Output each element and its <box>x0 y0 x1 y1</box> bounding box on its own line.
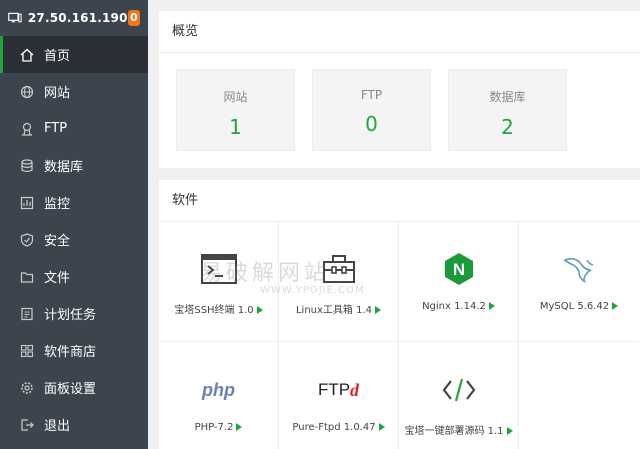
software-title: 软件 <box>159 180 640 222</box>
sidebar-item-label: FTP <box>44 121 68 136</box>
sidebar-item-ftp[interactable]: FTP <box>0 110 148 147</box>
sidebar-item-website[interactable]: 网站 <box>0 73 148 110</box>
database-icon <box>20 158 34 173</box>
toolbox-icon <box>279 249 398 289</box>
ftp-icon <box>20 122 34 136</box>
notification-badge[interactable]: 0 <box>127 10 140 26</box>
overview-panel: 概览 网站 1 FTP 0 数据库 2 <box>159 11 640 168</box>
home-icon <box>20 48 34 62</box>
sidebar-item-label: 退出 <box>44 419 71 434</box>
main-content: 概览 网站 1 FTP 0 数据库 2 软件 宝塔SSH终端 1.0 Linux… <box>148 0 640 449</box>
play-icon[interactable] <box>236 423 243 431</box>
sidebar-item-tasks[interactable]: 计划任务 <box>0 295 148 332</box>
play-icon[interactable] <box>506 427 513 435</box>
sidebar-nav: 首页 网站 FTP 数据库 监控 安全 文件 计划任务 软件商店 面板设置 退出 <box>0 36 148 443</box>
sidebar-item-monitor[interactable]: 监控 <box>0 184 148 221</box>
overview-card-value: 0 <box>365 112 378 136</box>
sidebar-item-label: 监控 <box>44 197 71 212</box>
terminal-icon <box>159 249 278 289</box>
shield-icon <box>20 232 34 247</box>
software-item-empty <box>519 342 639 449</box>
overview-title: 概览 <box>159 11 640 53</box>
sidebar-item-label: 计划任务 <box>44 308 97 323</box>
ftpd-icon: FTP d <box>279 370 398 410</box>
overview-card-label: 数据库 <box>489 90 526 104</box>
software-grid: 宝塔SSH终端 1.0 Linux工具箱 1.4 N Nginx 1.14.2 … <box>159 221 640 449</box>
play-icon[interactable] <box>256 306 263 314</box>
php-logo-text: php <box>202 379 235 400</box>
software-item-name: PHP-7.2 <box>194 422 234 433</box>
task-icon <box>20 307 34 321</box>
software-item-name: 宝塔SSH终端 1.0 <box>174 305 254 316</box>
gear-icon <box>20 381 34 395</box>
software-item-toolbox[interactable]: Linux工具箱 1.4 <box>279 221 399 342</box>
overview-card-value: 2 <box>501 115 514 139</box>
php-icon: php <box>159 370 278 410</box>
software-item-name: Nginx 1.14.2 <box>422 301 486 312</box>
sidebar: 27.50.161.190 0 首页 网站 FTP 数据库 监控 安全 文件 计… <box>0 0 148 449</box>
software-item-name: Linux工具箱 1.4 <box>295 305 373 316</box>
ftpd-logo-text: FTP <box>317 380 351 399</box>
sidebar-item-label: 网站 <box>44 86 71 101</box>
overview-card-database[interactable]: 数据库 2 <box>448 69 567 151</box>
nginx-logo-letter: N <box>452 260 464 279</box>
overview-card-website[interactable]: 网站 1 <box>176 69 295 151</box>
logout-icon <box>20 418 34 432</box>
sidebar-item-logout[interactable]: 退出 <box>0 406 148 443</box>
nginx-icon: N <box>399 249 518 289</box>
sidebar-item-home[interactable]: 首页 <box>0 36 148 73</box>
globe-icon <box>20 85 34 99</box>
apps-icon <box>20 344 34 358</box>
overview-card-label: 网站 <box>223 90 248 104</box>
monitor-icon <box>20 196 34 210</box>
monitor-icon <box>8 12 22 23</box>
play-icon[interactable] <box>378 423 385 431</box>
sidebar-item-settings[interactable]: 面板设置 <box>0 369 148 406</box>
software-panel: 软件 宝塔SSH终端 1.0 Linux工具箱 1.4 N Nginx 1.14… <box>159 180 640 449</box>
sidebar-item-store[interactable]: 软件商店 <box>0 332 148 369</box>
sidebar-item-label: 软件商店 <box>44 345 97 360</box>
software-item-deploy[interactable]: 宝塔一键部署源码 1.1 <box>399 342 519 449</box>
sidebar-item-files[interactable]: 文件 <box>0 258 148 295</box>
sidebar-item-label: 面板设置 <box>44 382 97 397</box>
software-item-name: Pure-Ftpd 1.0.47 <box>292 422 376 433</box>
sidebar-item-label: 文件 <box>44 271 71 286</box>
overview-card-value: 1 <box>229 115 242 139</box>
overview-card-label: FTP <box>360 88 383 102</box>
sidebar-item-database[interactable]: 数据库 <box>0 147 148 184</box>
code-icon <box>399 370 518 410</box>
play-icon[interactable] <box>488 302 495 310</box>
sidebar-header: 27.50.161.190 0 <box>0 0 148 36</box>
software-item-ssh[interactable]: 宝塔SSH终端 1.0 <box>159 221 279 342</box>
folder-icon <box>20 270 34 284</box>
software-item-pureftpd[interactable]: FTP d Pure-Ftpd 1.0.47 <box>279 342 399 449</box>
sidebar-item-label: 安全 <box>44 234 71 249</box>
sidebar-item-security[interactable]: 安全 <box>0 221 148 258</box>
overview-card-ftp[interactable]: FTP 0 <box>312 69 431 151</box>
ftpd-logo-d: d <box>350 379 360 400</box>
software-item-php[interactable]: php PHP-7.2 <box>159 342 279 449</box>
server-ip: 27.50.161.190 <box>27 11 128 25</box>
software-item-name: MySQL 5.6.42 <box>539 301 610 312</box>
sidebar-item-label: 数据库 <box>44 160 84 175</box>
software-item-name: 宝塔一键部署源码 1.1 <box>404 426 504 437</box>
software-item-nginx[interactable]: N Nginx 1.14.2 <box>399 221 519 342</box>
mysql-icon <box>519 249 639 289</box>
play-icon[interactable] <box>375 306 382 314</box>
sidebar-item-label: 首页 <box>44 49 71 64</box>
play-icon[interactable] <box>612 302 619 310</box>
software-item-mysql[interactable]: MySQL 5.6.42 <box>519 221 639 342</box>
